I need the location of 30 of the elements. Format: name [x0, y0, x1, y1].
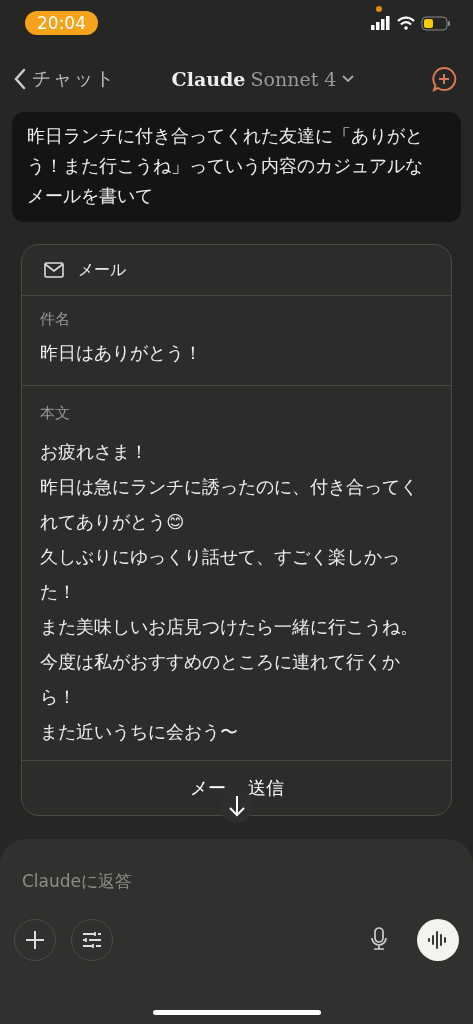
card-title: メール — [78, 259, 126, 281]
back-chevron-icon — [14, 68, 26, 90]
battery-icon — [421, 15, 451, 31]
plus-icon — [25, 930, 45, 950]
body-paragraph: また近いうちに会おう〜 — [40, 721, 239, 744]
subject-text: 昨日はありがとう！ — [40, 342, 203, 365]
waveform-icon — [427, 930, 449, 950]
reply-input[interactable]: Claudeに返答 — [14, 867, 410, 895]
down-arrow-icon — [229, 795, 245, 817]
user-message: 昨日ランチに付き合ってくれた友達に「ありがとう！また行こうね」っていう内容のカジュアルなメールを書いて — [27, 125, 424, 208]
body-paragraph: お疲れさま！ — [40, 441, 149, 464]
body-paragraph: 昨日は急にランチに誘ったのに、付き合ってくれてありがとう😊 — [40, 476, 418, 534]
body-paragraph: 今度は私がおすすめのところに連れて行くから！ — [40, 651, 401, 709]
clock-time: 20:04 — [25, 11, 98, 35]
sliders-icon — [82, 931, 102, 949]
body-paragraph: 久しぶりにゆっくり話せて、すごく楽しかった！ — [40, 546, 401, 604]
subject-label: 件名 — [40, 310, 71, 329]
mail-icon — [44, 262, 64, 278]
privacy-indicator-icon — [376, 6, 382, 12]
signal-icon — [371, 16, 391, 30]
wifi-icon — [397, 16, 415, 30]
microphone-icon — [370, 926, 388, 951]
chevron-down-icon — [341, 74, 356, 84]
back-button[interactable]: チャット — [14, 66, 116, 92]
new-chat-icon[interactable] — [431, 66, 457, 92]
body-paragraph: また美味しいお店見つけたら一緒に行こうね。 — [40, 616, 418, 639]
send-mail-button[interactable]: メー 送信 — [177, 770, 296, 806]
body-label: 本文 — [40, 404, 71, 423]
voice-mode-button[interactable] — [417, 919, 459, 961]
model-selector[interactable]: Claude Sonnet 4 — [171, 68, 356, 90]
